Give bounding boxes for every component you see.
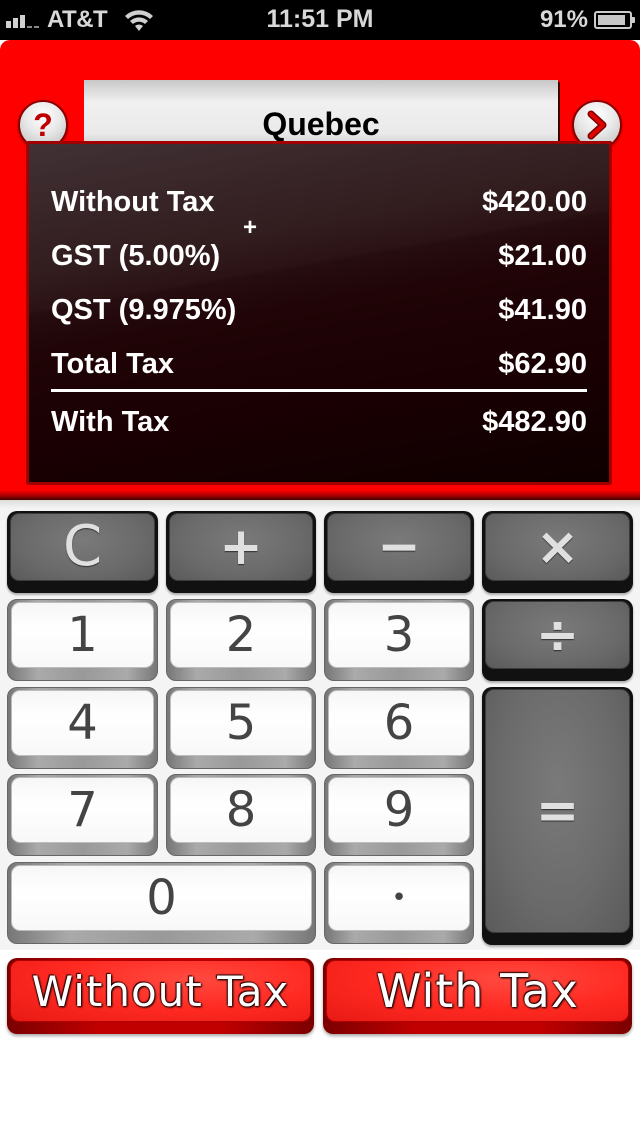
digit-7-button[interactable]: 7 bbox=[7, 774, 158, 856]
plus-icon: + bbox=[219, 517, 263, 577]
battery-percent: 91% bbox=[539, 6, 588, 33]
divide-button[interactable]: ÷ bbox=[482, 599, 633, 681]
row-label: QST (9.975%) bbox=[51, 294, 237, 326]
digit-1-button[interactable]: 1 bbox=[7, 599, 158, 681]
digit-8-button[interactable]: 8 bbox=[166, 774, 316, 856]
digit-5-button[interactable]: 5 bbox=[166, 687, 316, 769]
without-tax-button[interactable]: Without Tax bbox=[7, 958, 314, 1034]
with-tax-button[interactable]: With Tax bbox=[323, 958, 632, 1034]
decimal-point-icon: • bbox=[391, 883, 407, 913]
page-title: Quebec bbox=[262, 105, 380, 142]
row-label: Without Tax bbox=[51, 186, 215, 218]
row-with-tax: With Tax $482.90 bbox=[51, 406, 587, 439]
row-label: GST (5.00%) bbox=[51, 240, 221, 272]
digit-label: 5 bbox=[225, 695, 257, 751]
equals-button[interactable]: = bbox=[482, 687, 633, 945]
digit-6-button[interactable]: 6 bbox=[324, 687, 474, 769]
question-mark-icon: ? bbox=[33, 107, 53, 143]
digit-label: 4 bbox=[67, 695, 98, 751]
digit-9-button[interactable]: 9 bbox=[324, 774, 474, 856]
row-gst: GST (5.00%) $21.00 bbox=[51, 240, 587, 273]
plus-button[interactable]: + bbox=[166, 511, 316, 593]
row-total-tax: Total Tax $62.90 bbox=[51, 348, 587, 381]
digit-3-button[interactable]: 3 bbox=[324, 599, 474, 681]
decimal-button[interactable]: • bbox=[324, 862, 474, 944]
digit-label: 0 bbox=[146, 870, 177, 926]
result-display: Without Tax $420.00 + GST (5.00%) $21.00… bbox=[26, 141, 612, 485]
digit-label: 8 bbox=[225, 782, 257, 838]
row-amount: $41.90 bbox=[498, 294, 587, 326]
header-panel: Quebec ? Without Tax $420.00 + GST (5.00… bbox=[0, 40, 640, 500]
digit-label: 3 bbox=[383, 607, 415, 663]
row-amount: $420.00 bbox=[482, 186, 587, 218]
digit-2-button[interactable]: 2 bbox=[166, 599, 316, 681]
clear-label: C bbox=[62, 514, 103, 579]
multiply-button[interactable]: × bbox=[482, 511, 633, 593]
row-amount: $482.90 bbox=[482, 406, 587, 438]
status-bar: AT&T 11:51 PM 91% bbox=[0, 0, 640, 40]
minus-button[interactable]: − bbox=[324, 511, 474, 593]
row-qst: QST (9.975%) $41.90 bbox=[51, 294, 587, 327]
digit-label: 9 bbox=[383, 782, 415, 838]
multiply-icon: × bbox=[535, 517, 580, 577]
digit-label: 6 bbox=[383, 695, 415, 751]
battery-icon bbox=[594, 11, 635, 29]
clear-button[interactable]: C bbox=[7, 511, 158, 593]
without-tax-label: Without Tax bbox=[31, 966, 290, 1016]
digit-label: 2 bbox=[225, 607, 257, 663]
digit-label: 7 bbox=[67, 782, 98, 838]
digit-4-button[interactable]: 4 bbox=[7, 687, 158, 769]
minus-icon: − bbox=[377, 517, 421, 577]
with-tax-label: With Tax bbox=[376, 964, 579, 1018]
row-amount: $62.90 bbox=[498, 348, 587, 380]
divide-icon: ÷ bbox=[535, 605, 580, 665]
row-label: Total Tax bbox=[51, 348, 174, 380]
digit-0-button[interactable]: 0 bbox=[7, 862, 316, 944]
row-without-tax: Without Tax $420.00 bbox=[51, 186, 587, 219]
operator-indicator: + bbox=[243, 214, 258, 241]
chevron-right-icon bbox=[587, 110, 607, 140]
row-amount: $21.00 bbox=[498, 240, 587, 272]
divider bbox=[51, 389, 587, 392]
equals-icon: = bbox=[535, 781, 580, 841]
row-label: With Tax bbox=[51, 406, 170, 438]
digit-label: 1 bbox=[67, 607, 98, 663]
